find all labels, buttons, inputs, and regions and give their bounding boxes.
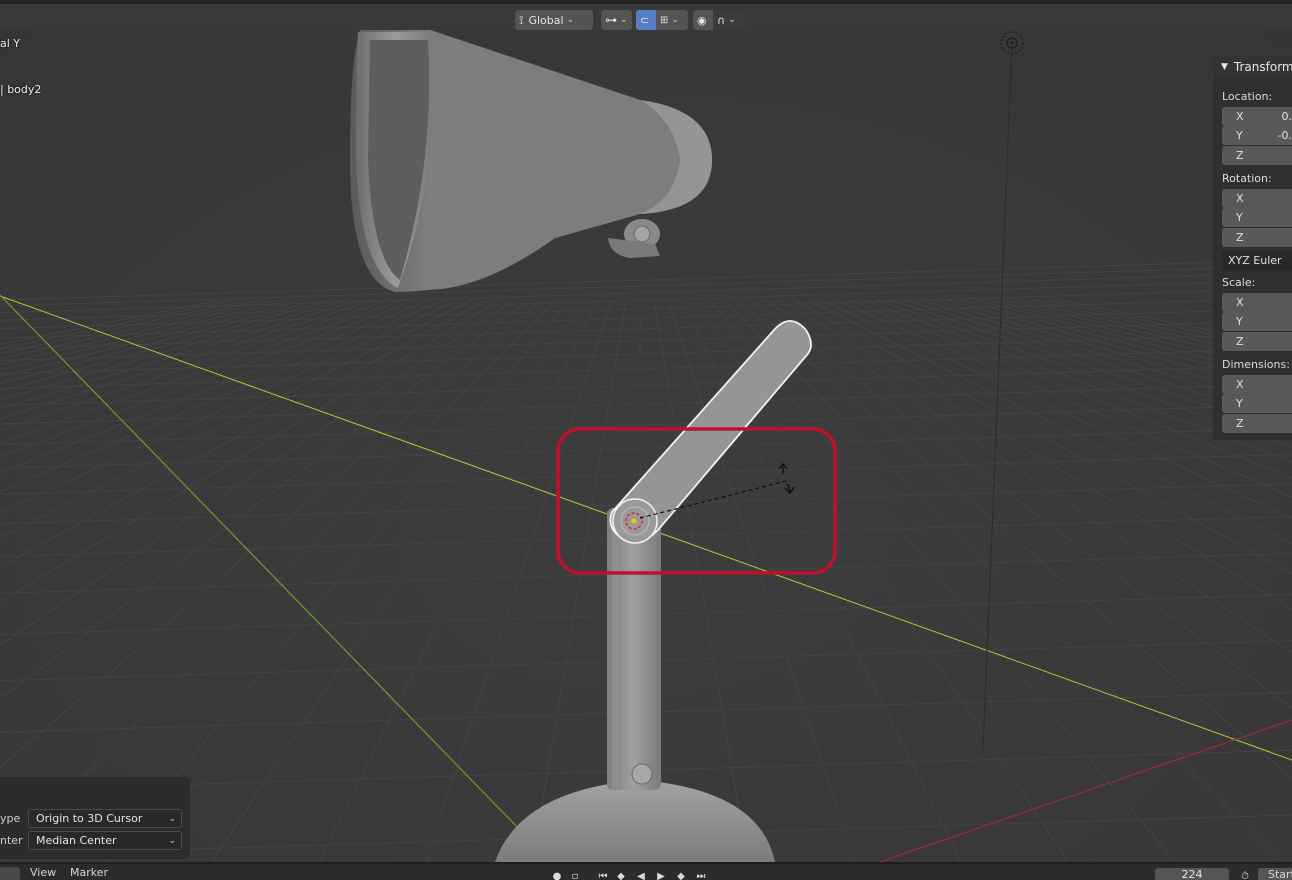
rotation-y-field[interactable]: Y: [1222, 208, 1292, 227]
center-dropdown[interactable]: Median Center ⌄: [28, 831, 182, 850]
location-z-field[interactable]: Z: [1222, 146, 1292, 165]
proportional-edit-toggle[interactable]: ◉: [693, 10, 713, 30]
type-label: ype: [0, 812, 21, 825]
rotation-x-field[interactable]: X: [1222, 189, 1292, 208]
active-object-text: | body2: [0, 83, 42, 96]
play-icon[interactable]: ▶: [654, 870, 668, 880]
next-keyframe-icon[interactable]: ◆: [674, 870, 688, 880]
editor-type-button[interactable]: [0, 867, 20, 880]
dimensions-x-field[interactable]: X: [1222, 375, 1292, 394]
scale-y-field[interactable]: Y: [1222, 312, 1292, 331]
transform-sidebar-panel: ▼ Transform Location: X 0. Y -0. Z Rotatio…: [1213, 56, 1292, 440]
pivot-point-dropdown[interactable]: ⊶ ⌄: [601, 10, 632, 30]
snap-increment-icon: ⊞: [660, 14, 669, 26]
chevron-down-icon: ⌄: [168, 813, 176, 824]
center-label: nter: [0, 834, 23, 847]
start-frame-field[interactable]: Start: [1258, 868, 1292, 880]
record-icon[interactable]: ●: [550, 870, 564, 880]
chevron-down-icon: ⌄: [566, 15, 575, 25]
lamp-lower-arm: [607, 508, 661, 790]
timeline-header: View Marker ● ▫ ⏮ ◆ ◀ ▶ ◆ ⏭ 224 ⏱ Start: [0, 862, 1292, 880]
origin-type-dropdown[interactable]: Origin to 3D Cursor ⌄: [28, 809, 182, 828]
keying-icon[interactable]: ▫: [568, 870, 582, 880]
transform-panel-title: Transform: [1233, 60, 1292, 74]
location-y-field[interactable]: Y -0.: [1222, 126, 1292, 145]
triangle-down-icon: ▼: [1221, 62, 1228, 72]
transform-orientation-group: ⟟ Global ⌄: [515, 10, 593, 30]
location-label: Location:: [1222, 90, 1273, 103]
location-x-field[interactable]: X 0.: [1222, 107, 1292, 126]
3d-viewport[interactable]: [0, 0, 1292, 880]
stopwatch-icon[interactable]: ⏱: [1238, 870, 1252, 880]
viewport-canvas: [0, 0, 1292, 880]
scale-z-field[interactable]: Z: [1222, 332, 1292, 351]
current-frame-field[interactable]: 224: [1155, 868, 1229, 880]
view-axis-text: al Y: [0, 37, 21, 50]
dimensions-y-field[interactable]: Y: [1222, 394, 1292, 413]
dimensions-z-field[interactable]: Z: [1222, 414, 1292, 433]
falloff-curve-icon: ∩: [717, 13, 726, 27]
prev-keyframe-icon[interactable]: ◆: [614, 870, 628, 880]
pivot-group: ⊶ ⌄: [601, 10, 632, 30]
rotation-z-field[interactable]: Z: [1222, 228, 1292, 247]
dimensions-label: Dimensions:: [1222, 358, 1290, 371]
marker-menu[interactable]: Marker: [70, 866, 108, 879]
play-reverse-icon[interactable]: ◀: [634, 870, 648, 880]
rotation-label: Rotation:: [1222, 172, 1272, 185]
transform-panel-header[interactable]: ▼ Transform: [1213, 56, 1292, 78]
viewport-header: ⟟ Global ⌄ ⊶ ⌄ ⊂ ⊞ ⌄ ◉ ∩ ⌄: [0, 0, 1292, 30]
snap-element-dropdown[interactable]: ⊞ ⌄: [656, 10, 688, 30]
transform-orientation-dropdown[interactable]: ⟟ Global ⌄: [515, 10, 593, 30]
jump-start-icon[interactable]: ⏮: [596, 870, 610, 880]
pivot-link-icon: ⊶: [605, 13, 617, 27]
chevron-down-icon: ⌄: [168, 835, 176, 846]
orientation-label: Global: [528, 13, 564, 27]
orientation-axes-icon: ⟟: [519, 12, 524, 27]
rotation-mode-dropdown[interactable]: XYZ Euler: [1222, 251, 1292, 270]
chevron-down-icon: ⌄: [620, 15, 628, 25]
view-menu[interactable]: View: [30, 866, 56, 879]
proportional-edit-icon: ◉: [697, 13, 707, 27]
magnet-icon: ⊂: [640, 13, 650, 27]
operator-redo-panel: ype Origin to 3D Cursor ⌄ nter Median Ce…: [0, 777, 190, 859]
scale-x-field[interactable]: X: [1222, 293, 1292, 312]
scale-label: Scale:: [1222, 276, 1256, 289]
jump-end-icon[interactable]: ⏭: [694, 870, 708, 880]
falloff-dropdown[interactable]: ∩ ⌄: [713, 10, 745, 30]
snap-toggle-button[interactable]: ⊂: [636, 10, 656, 30]
snap-group: ⊂ ⊞ ⌄: [636, 10, 688, 30]
proportional-edit-group: ◉ ∩ ⌄: [693, 10, 745, 30]
chevron-down-icon: ⌄: [671, 15, 679, 25]
chevron-down-icon: ⌄: [728, 15, 736, 25]
